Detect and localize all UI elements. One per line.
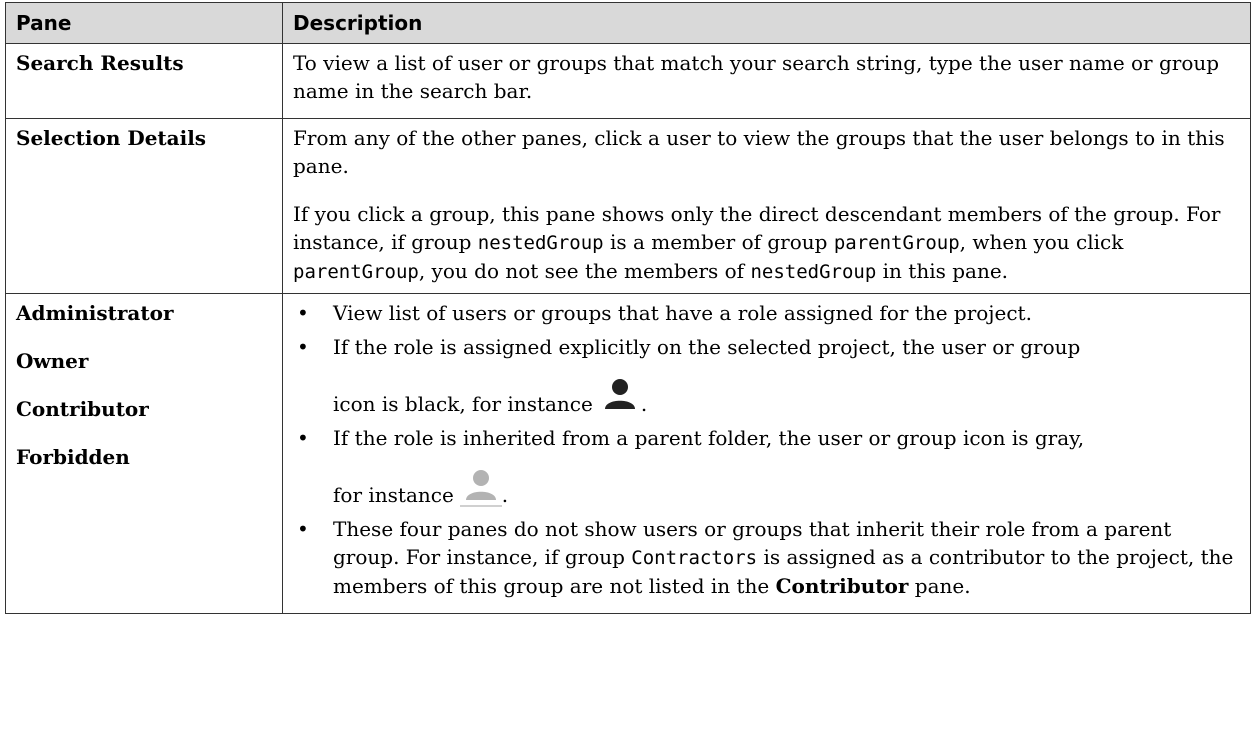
text-run: If the role is inherited from a parent f… — [333, 426, 1085, 450]
code-nestedgroup: nestedGroup — [477, 232, 604, 254]
pane-administrator: Administrator — [16, 301, 174, 325]
list-item: View list of users or groups that have a… — [293, 299, 1240, 327]
list-item: If the role is inherited from a parent f… — [293, 424, 1240, 509]
text-run: for instance — [333, 483, 454, 507]
pane-owner: Owner — [16, 349, 89, 373]
text-run: If the role is assigned explicitly on th… — [333, 335, 1081, 359]
table-row: Search Results To view a list of user or… — [5, 43, 1251, 119]
pane-selection-details: Selection Details — [5, 118, 283, 294]
selection-paragraph-2: If you click a group, this pane shows on… — [293, 200, 1240, 286]
text-run: , when you click — [959, 230, 1124, 254]
selection-paragraph-1: From any of the other panes, click a use… — [293, 126, 1225, 178]
pane-contributor: Contributor — [16, 397, 149, 421]
description-roles: View list of users or groups that have a… — [282, 293, 1251, 614]
user-black-icon — [604, 379, 635, 409]
roles-bullet-list: View list of users or groups that have a… — [293, 299, 1240, 600]
description-selection-details: From any of the other panes, click a use… — [282, 118, 1251, 294]
text-run: . — [501, 483, 509, 507]
text-run: is a member of group — [603, 230, 834, 254]
code-parentgroup: parentGroup — [293, 261, 419, 283]
list-item: These four panes do not show users or gr… — [293, 515, 1240, 600]
user-gray-icon — [459, 470, 502, 507]
pane-roles: Administrator Owner Contributor Forbidde… — [5, 293, 283, 614]
text-run: . — [640, 392, 648, 416]
text-run: pane. — [908, 574, 971, 598]
pane-search-results: Search Results — [5, 43, 283, 119]
table-header-row: Pane Description — [5, 2, 1251, 44]
text-run: , you do not see the members of — [418, 259, 751, 283]
table-row: Administrator Owner Contributor Forbidde… — [5, 293, 1251, 614]
header-description: Description — [282, 2, 1251, 44]
contributor-emphasis: Contributor — [775, 574, 909, 598]
header-pane: Pane — [5, 2, 283, 44]
list-item: If the role is assigned explicitly on th… — [293, 333, 1240, 418]
text-run: icon is black, for instance — [333, 392, 593, 416]
pane-forbidden: Forbidden — [16, 445, 130, 469]
code-nestedgroup: nestedGroup — [750, 261, 877, 283]
table-row: Selection Details From any of the other … — [5, 118, 1251, 294]
pane-description-table: Pane Description Search Results To view … — [5, 2, 1251, 614]
text-run: in this pane. — [876, 259, 1009, 283]
code-contractors: Contractors — [631, 547, 758, 569]
code-parentgroup: parentGroup — [833, 232, 960, 254]
description-search-results: To view a list of user or groups that ma… — [282, 43, 1251, 119]
